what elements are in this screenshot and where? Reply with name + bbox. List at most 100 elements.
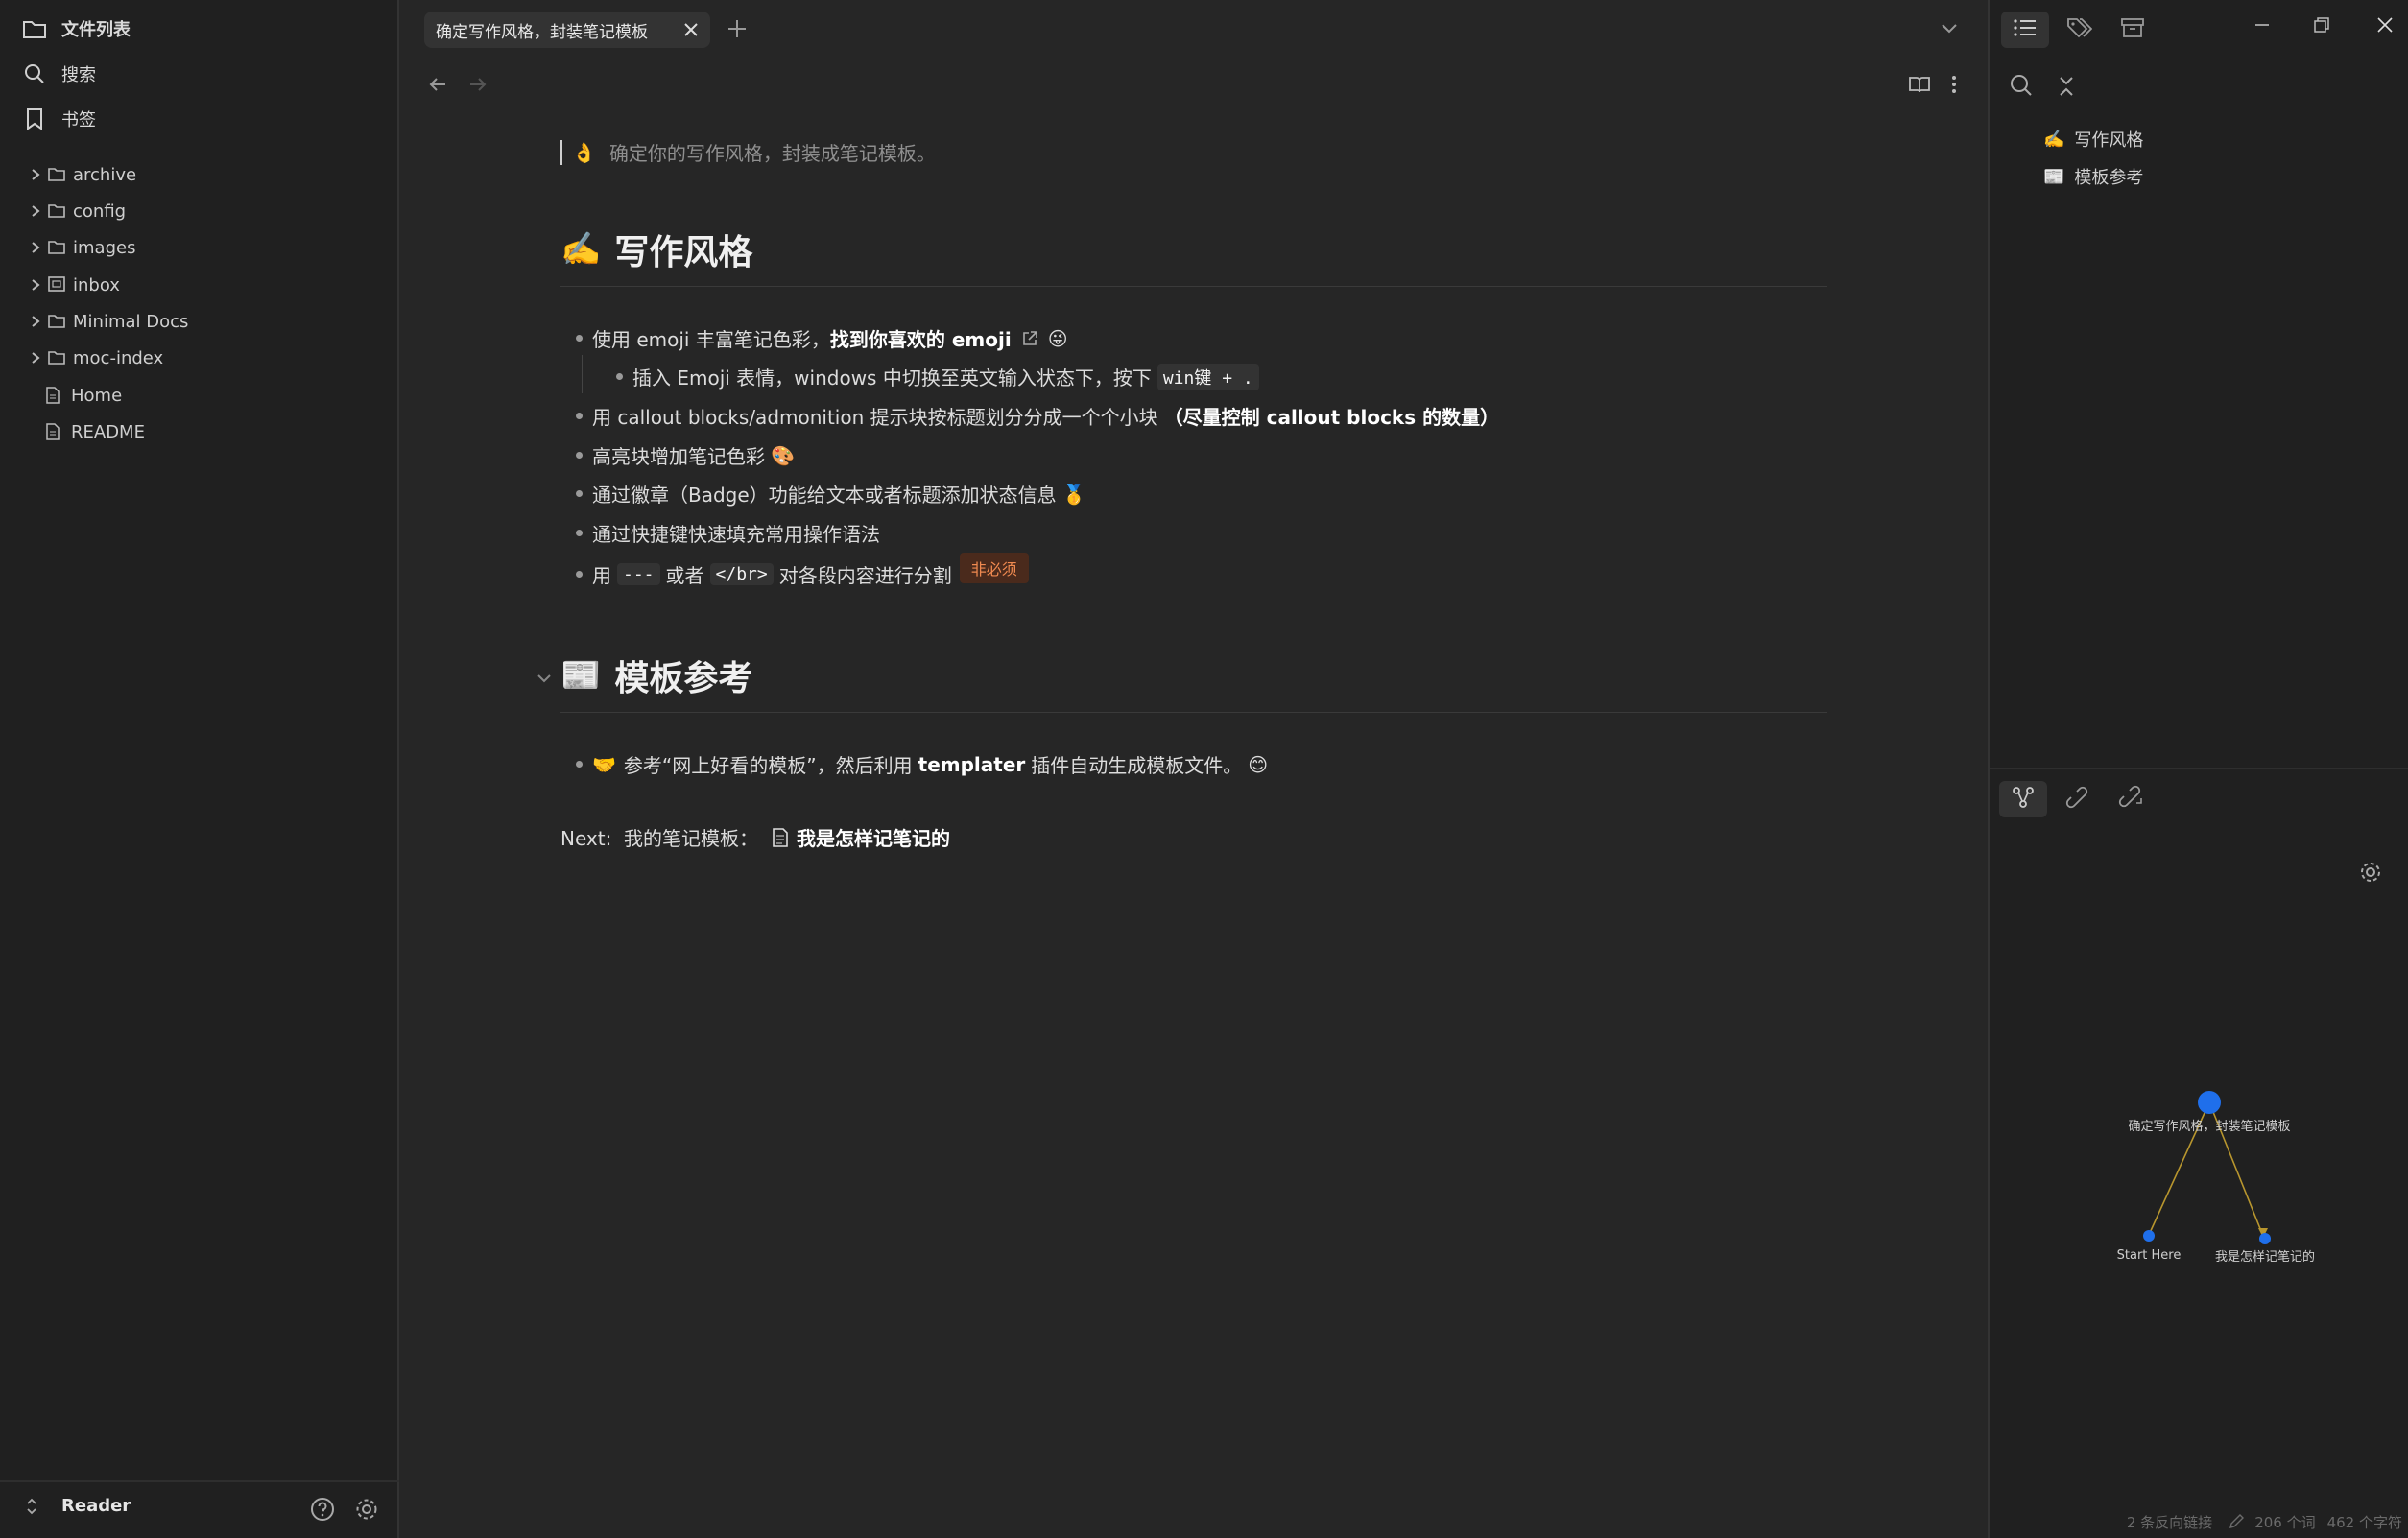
- folder-icon: [21, 15, 48, 42]
- help-icon[interactable]: [309, 1496, 336, 1526]
- document-icon: [772, 827, 789, 848]
- tree-label: Home: [71, 385, 123, 406]
- list-item: 高亮块增加笔记色彩 🎨: [576, 441, 795, 469]
- chevron-right-icon: [27, 241, 44, 254]
- outline-label: 写作风格: [2074, 130, 2144, 151]
- arrow-left-icon[interactable]: [426, 73, 449, 100]
- collapse-all-icon[interactable]: [2057, 75, 2076, 102]
- list-text: 通过徽章（Badge）功能给文本或者标题添加状态信息: [592, 484, 1057, 507]
- list-bold-text: templater: [918, 752, 1026, 776]
- emoji: 🤝: [592, 752, 616, 776]
- tab-title: 确定写作风格，封装笔记模板: [436, 22, 648, 42]
- vault-name: Reader: [61, 1496, 131, 1516]
- tab-archive[interactable]: [2109, 12, 2157, 48]
- tab-outgoing-links[interactable]: [2107, 781, 2155, 817]
- file-icon: [46, 423, 63, 440]
- bullet-dot: [576, 452, 583, 459]
- emoji: 🎨: [771, 443, 795, 467]
- graph-canvas[interactable]: 确定写作风格，封装笔记模板 Start Here 我是怎样记笔记的: [1990, 1007, 2408, 1295]
- tree-folder-config[interactable]: config: [27, 195, 126, 227]
- nav-bookmarks[interactable]: 书签: [21, 100, 96, 138]
- search-icon[interactable]: [2009, 73, 2034, 102]
- status-bar: 2 条反向链接 206 个词 462 个字符: [2127, 1507, 2402, 1536]
- more-vertical-icon[interactable]: [1944, 73, 1964, 100]
- bullet-dot: [576, 761, 583, 768]
- heading-writing-style[interactable]: ✍️ 写作风格: [560, 225, 1827, 287]
- tree-folder-inbox[interactable]: inbox: [27, 269, 120, 301]
- nav-files-label: 文件列表: [61, 20, 131, 40]
- tab-active-note[interactable]: 确定写作风格，封装笔记模板: [424, 12, 710, 48]
- emoji: 🥇: [1061, 482, 1086, 506]
- book-open-icon[interactable]: [1908, 73, 1931, 100]
- list-text: 插入 Emoji 表情，windows 中切换至英文输入状态下，按下: [632, 367, 1152, 390]
- intro-text: 确定你的写作风格，封装成笔记模板。: [608, 142, 936, 165]
- backlink-icon: [2064, 785, 2089, 814]
- external-link-icon[interactable]: [1021, 330, 1038, 347]
- tab-tags[interactable]: [2055, 12, 2103, 48]
- graph-node-center[interactable]: [2198, 1091, 2221, 1114]
- chevron-down-icon[interactable]: [536, 656, 553, 696]
- list-text: 对各段内容进行分割: [778, 563, 952, 587]
- right-sidebar: ✍️ 写作风格 📰 模板参考 确定写作风格，封装笔记模板 Start Here …: [1988, 0, 2408, 1538]
- nav-search[interactable]: 搜索: [21, 55, 96, 93]
- next-label: Next: 我的笔记模板：: [560, 827, 759, 850]
- chevron-right-icon: [27, 204, 44, 218]
- list-bold-text: （尽量控制 callout blocks 的数量）: [1163, 406, 1500, 429]
- emoji-link[interactable]: 找到你喜欢的 emoji: [830, 324, 1012, 352]
- tree-file-home[interactable]: Home: [46, 379, 122, 412]
- bullet-dot: [576, 490, 583, 497]
- bullet-dot: [576, 335, 583, 342]
- tree-folder-archive[interactable]: archive: [27, 158, 136, 191]
- heading-text: 写作风格: [614, 233, 753, 272]
- gear-icon[interactable]: [2358, 860, 2383, 888]
- tab-outline[interactable]: [2001, 12, 2049, 48]
- close-icon[interactable]: [681, 20, 701, 44]
- local-graph[interactable]: 确定写作风格，封装笔记模板 Start Here 我是怎样记笔记的: [1990, 1007, 2408, 1295]
- inbox-folder-icon: [48, 276, 65, 294]
- tab-backlinks[interactable]: [2053, 781, 2101, 817]
- newspaper-emoji: 📰: [2043, 166, 2065, 187]
- next-line: Next: 我的笔记模板： 我是怎样记笔记的: [560, 823, 950, 851]
- nav-files[interactable]: 文件列表: [21, 10, 131, 48]
- chevron-right-icon: [27, 168, 44, 181]
- vault-switcher[interactable]: Reader: [25, 1496, 131, 1516]
- heading-template-reference[interactable]: 📰 模板参考: [537, 651, 1827, 713]
- outline-item-writing-style[interactable]: ✍️ 写作风格: [2043, 127, 2143, 152]
- tree-folder-images[interactable]: images: [27, 231, 135, 264]
- emoji: 😜: [1047, 326, 1068, 350]
- next-note-link[interactable]: 我是怎样记笔记的: [797, 823, 950, 851]
- tree-label: README: [71, 421, 145, 442]
- restore-icon[interactable]: [2312, 15, 2331, 38]
- tree-file-readme[interactable]: README: [46, 415, 145, 448]
- bullet-dot: [616, 373, 623, 380]
- chevron-right-icon: [27, 351, 44, 365]
- tree-label: images: [73, 237, 136, 258]
- graph-node-how-i-take-notes[interactable]: [2259, 1233, 2271, 1244]
- graph-node-start-here[interactable]: [2143, 1230, 2155, 1242]
- close-icon[interactable]: [2375, 15, 2395, 38]
- plus-icon[interactable]: [726, 17, 749, 44]
- list-icon: [2013, 17, 2038, 42]
- list-text: 高亮块增加笔记色彩: [592, 445, 765, 468]
- tree-folder-moc-index[interactable]: moc-index: [27, 342, 163, 374]
- pencil-icon[interactable]: [2228, 1513, 2245, 1530]
- graph-label-start-here: Start Here: [2117, 1248, 2182, 1263]
- word-count: 206 个词: [2254, 1513, 2316, 1531]
- arrow-right-icon[interactable]: [466, 73, 489, 100]
- outline-label: 模板参考: [2074, 168, 2144, 188]
- tree-label: Minimal Docs: [73, 311, 189, 332]
- chevron-down-icon[interactable]: [1939, 17, 1960, 42]
- bullet-dot: [576, 413, 583, 419]
- tree-folder-minimal-docs[interactable]: Minimal Docs: [27, 305, 188, 338]
- main-editor-pane: 确定写作风格，封装笔记模板 👌 确定你的写作风格，封装成笔记模板。 ✍️ 写作风…: [401, 0, 1987, 1538]
- list-item: 使用 emoji 丰富笔记色彩， 找到你喜欢的 emoji 😜: [576, 324, 1068, 352]
- minimize-icon[interactable]: [2253, 15, 2272, 38]
- tab-bar: 确定写作风格，封装笔记模板: [401, 0, 1987, 59]
- outline-item-template-reference[interactable]: 📰 模板参考: [2043, 164, 2143, 189]
- tree-label: config: [73, 201, 127, 222]
- backlink-count[interactable]: 2 条反向链接: [2127, 1512, 2212, 1532]
- inline-code: ---: [617, 562, 660, 585]
- tab-local-graph[interactable]: [1999, 781, 2047, 817]
- gear-icon[interactable]: [353, 1496, 380, 1526]
- nav-search-label: 搜索: [61, 65, 96, 85]
